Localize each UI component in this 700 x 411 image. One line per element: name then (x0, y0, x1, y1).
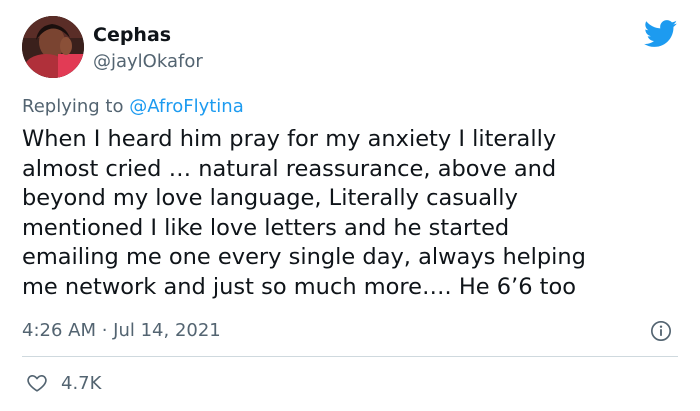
display-name[interactable]: Cephas (93, 24, 171, 46)
like-button[interactable]: 4.7K (26, 370, 101, 396)
divider (22, 356, 678, 357)
avatar-image (22, 16, 84, 78)
replying-prefix: Replying to (22, 96, 130, 117)
twitter-bird-icon[interactable] (644, 20, 678, 48)
tweet-card: Cephas @jaylOkafor Replying to @AfroFlyt… (0, 0, 700, 411)
tweet-text-line: emailing me one every single day, always… (22, 244, 586, 270)
replying-to: Replying to @AfroFlytina (22, 96, 244, 117)
tweet-text-line: almost cried … natural reassurance, abov… (22, 155, 557, 182)
avatar[interactable] (22, 16, 84, 78)
tweet-text-line: me network and just so much more…. He 6’… (22, 273, 577, 300)
heart-icon (27, 375, 47, 392)
tweet-text-line: beyond my love language, Literally casua… (22, 185, 518, 211)
tweet-text-line: When I heard him pray for my anxiety I l… (22, 126, 557, 152)
tweet-text-line: mentioned I like love letters and he sta… (22, 214, 510, 241)
like-count: 4.7K (61, 372, 102, 394)
tweet-timestamp[interactable]: 4:26 AM · Jul 14, 2021 (22, 320, 221, 341)
tweet-text: When I heard him pray for my anxiety I l… (22, 125, 682, 302)
info-icon[interactable] (650, 320, 672, 342)
user-handle[interactable]: @jaylOkafor (93, 51, 203, 72)
reply-mention-link[interactable]: @AfroFlytina (129, 96, 244, 117)
